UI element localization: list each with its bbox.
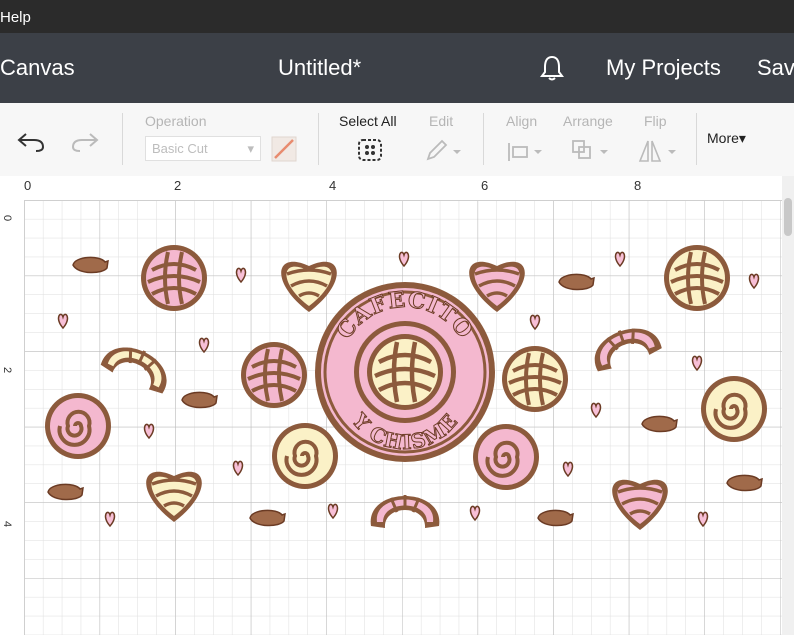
menu-bar: Help (0, 0, 794, 33)
pig-cookie[interactable] (47, 483, 84, 501)
toolbar-divider (696, 113, 697, 165)
heart-small[interactable] (590, 402, 602, 418)
heart-small[interactable] (691, 355, 703, 371)
pig-cookie[interactable] (537, 509, 574, 527)
flip-label: Flip (644, 113, 667, 129)
app-header: Canvas Untitled* My Projects Sav (0, 33, 794, 103)
save-button[interactable]: Sav (757, 55, 794, 81)
pig-cookie[interactable] (72, 256, 109, 274)
chevron-down-icon: ▾ (247, 141, 254, 156)
heart-small[interactable] (529, 314, 541, 330)
toolbar: Operation Basic Cut ▾ Select All Edit Al… (0, 103, 794, 177)
flip-icon[interactable] (638, 139, 680, 163)
color-swatch-icon[interactable] (271, 136, 297, 162)
swirl-pink[interactable] (43, 391, 113, 461)
heart-small[interactable] (469, 505, 481, 521)
cafecito-badge[interactable]: CAFECITO Y CHISME (315, 282, 495, 462)
heart-concha-pink[interactable] (610, 477, 670, 532)
heart-concha-cream[interactable] (279, 259, 339, 314)
operation-label: Operation (145, 113, 207, 129)
heart-small[interactable] (235, 267, 247, 283)
redo-icon[interactable] (70, 128, 100, 154)
project-title[interactable]: Untitled* (278, 55, 361, 81)
swirl-cream[interactable] (699, 374, 769, 444)
design-canvas[interactable]: 0 2 4 6 8 0 2 4 CAFECITO Y CHISME (0, 176, 794, 635)
help-menu[interactable]: Help (0, 9, 31, 26)
heart-small[interactable] (57, 313, 69, 329)
edit-pencil-icon[interactable] (424, 139, 464, 163)
heart-small[interactable] (327, 503, 339, 519)
pig-cookie[interactable] (726, 474, 763, 492)
select-all-icon[interactable] (356, 137, 384, 163)
design-artwork[interactable]: CAFECITO Y CHISME (0, 176, 782, 635)
toolbar-divider (122, 113, 123, 165)
vertical-scrollbar[interactable] (782, 176, 794, 635)
operation-select[interactable]: Basic Cut ▾ (145, 136, 261, 161)
croissant-cream[interactable] (98, 335, 178, 397)
align-label: Align (506, 113, 538, 129)
pig-cookie[interactable] (249, 509, 286, 527)
arrange-icon[interactable] (571, 139, 611, 163)
heart-concha-pink[interactable] (467, 259, 527, 314)
operation-value: Basic Cut (152, 141, 208, 156)
more-menu[interactable]: More▾ (707, 130, 746, 147)
scrollbar-thumb[interactable] (784, 198, 792, 236)
pig-cookie[interactable] (181, 391, 218, 409)
my-projects-link[interactable]: My Projects (606, 55, 721, 81)
concha-cream[interactable] (500, 344, 570, 414)
concha-pink[interactable] (239, 340, 309, 410)
heart-small[interactable] (614, 251, 626, 267)
bell-icon[interactable] (537, 53, 567, 83)
arrange-label: Arrange (563, 113, 613, 129)
heart-small[interactable] (232, 460, 244, 476)
heart-small[interactable] (198, 337, 210, 353)
swirl-pink[interactable] (471, 422, 541, 492)
swirl-cream[interactable] (270, 421, 340, 491)
canvas-title: Canvas (0, 55, 75, 80)
heart-small[interactable] (143, 423, 155, 439)
pig-cookie[interactable] (641, 415, 678, 433)
select-all-label[interactable]: Select All (339, 113, 397, 129)
undo-icon[interactable] (16, 128, 46, 154)
heart-concha-cream[interactable] (144, 469, 204, 524)
edit-label: Edit (429, 113, 454, 129)
pig-cookie[interactable] (558, 273, 595, 291)
heart-small[interactable] (398, 251, 410, 267)
heart-small[interactable] (562, 461, 574, 477)
croissant-pink[interactable] (585, 317, 665, 375)
concha-cream[interactable] (662, 243, 732, 313)
heart-small[interactable] (697, 511, 709, 527)
heart-small[interactable] (748, 273, 760, 289)
toolbar-divider (483, 113, 484, 165)
croissant-pink[interactable] (369, 493, 441, 530)
concha-pink[interactable] (139, 243, 209, 313)
heart-small[interactable] (104, 511, 116, 527)
toolbar-divider (318, 113, 319, 165)
align-icon[interactable] (505, 141, 545, 163)
